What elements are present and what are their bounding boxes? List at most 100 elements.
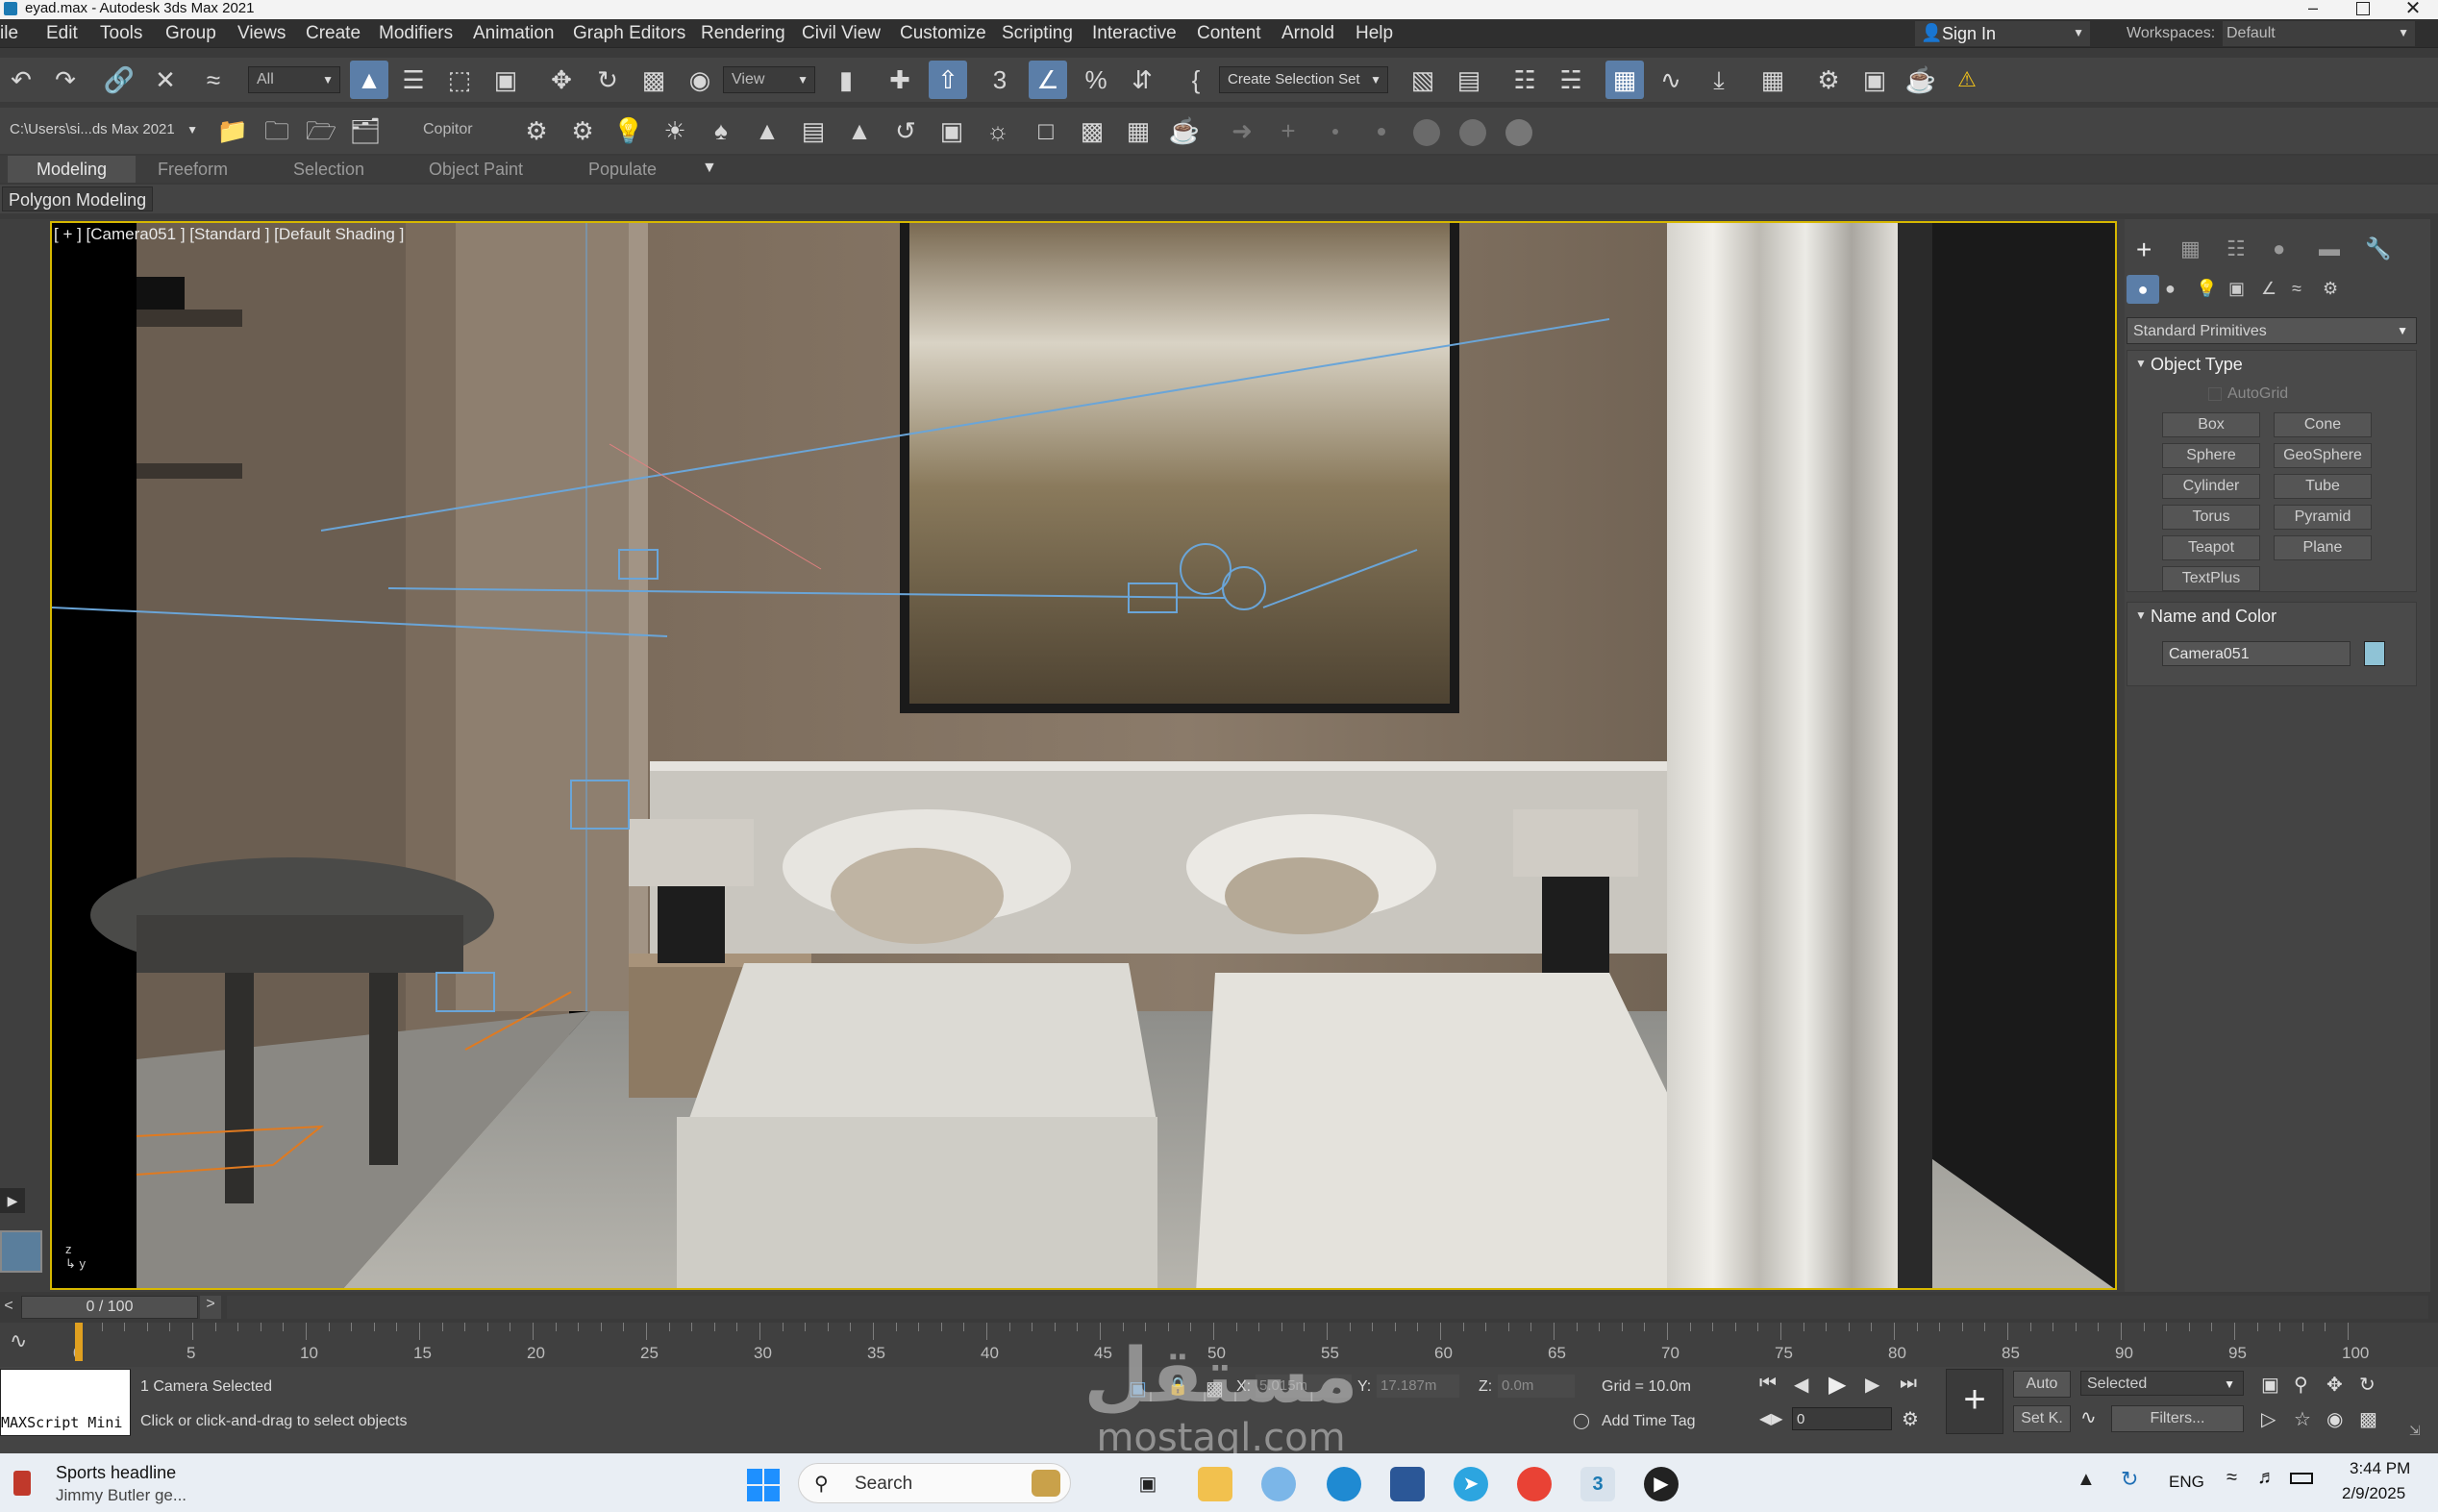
sun-icon[interactable]: ☀ — [656, 112, 694, 150]
menu-interactive[interactable]: Interactive — [1092, 19, 1177, 48]
current-frame-field[interactable]: 0 — [1792, 1407, 1892, 1430]
spacewarps-category-icon[interactable]: ≈ — [2292, 279, 2301, 299]
undo-icon[interactable]: ↶ — [2, 61, 40, 99]
named-selection-dropdown[interactable]: Create Selection Set ▼ — [1219, 66, 1388, 93]
keyboard-shortcut-icon[interactable]: ✚ — [881, 61, 919, 99]
workspace-dropdown[interactable]: Default ▼ — [2223, 21, 2415, 46]
key-filters-icon[interactable]: ∿ — [2080, 1405, 2097, 1429]
track-area[interactable] — [227, 1296, 2428, 1319]
tab-freeform[interactable]: Freeform — [158, 156, 228, 183]
previous-frame-icon[interactable]: ◀ — [1794, 1373, 1808, 1397]
window-maximize-icon[interactable] — [2338, 2, 2388, 17]
chrome-icon[interactable] — [1517, 1467, 1552, 1501]
viewport-label[interactable]: [ + ] [Camera051 ] [Standard ] [Default … — [54, 225, 404, 244]
hierarchy-tab-icon[interactable]: ☷ — [2227, 236, 2246, 261]
menu-rendering[interactable]: Rendering — [701, 19, 785, 48]
select-rotate-icon[interactable]: ↻ — [588, 61, 627, 99]
pivot-center-icon[interactable]: ▮ — [827, 61, 865, 99]
set-key-button[interactable]: Set K. — [2013, 1405, 2071, 1432]
zoom-icon[interactable]: ⚲ — [2294, 1373, 2308, 1397]
project-open-icon[interactable]: 🗂 — [346, 112, 385, 150]
task-view-icon[interactable]: ▣ — [1131, 1467, 1165, 1501]
toggle-ribbon-icon[interactable]: ▦ — [1605, 61, 1644, 99]
bulb-icon[interactable]: ☼ — [979, 112, 1017, 150]
menu-file[interactable]: ile — [0, 19, 18, 48]
bind-space-warp-icon[interactable]: ≈ — [194, 61, 233, 99]
window-close-icon[interactable]: ✕ — [2388, 0, 2438, 19]
auto-key-button[interactable]: Auto — [2013, 1371, 2071, 1398]
menu-views[interactable]: Views — [237, 19, 286, 48]
play-icon[interactable]: ▶ — [1828, 1371, 1846, 1399]
lights-category-icon[interactable]: 💡 — [2196, 279, 2217, 299]
warning-icon[interactable]: ⚠ — [1948, 61, 1986, 99]
unlink-icon[interactable]: ✕ — [146, 61, 185, 99]
scene-explorer-icon[interactable]: ☷ — [1505, 61, 1544, 99]
mirror-icon[interactable]: ▧ — [1404, 61, 1442, 99]
sphere-grey-icon[interactable] — [1413, 119, 1440, 146]
menu-help[interactable]: Help — [1356, 19, 1393, 48]
bottle-icon[interactable]: ▲ — [840, 112, 879, 150]
layer-explorer-icon[interactable]: ☵ — [1552, 61, 1590, 99]
copilot-icon[interactable] — [1261, 1467, 1296, 1501]
create-tab-icon[interactable]: + — [2136, 235, 2152, 265]
telegram-icon[interactable]: ➤ — [1454, 1467, 1488, 1501]
tab-populate[interactable]: Populate — [588, 156, 657, 183]
checkbox-autogrid[interactable] — [2208, 387, 2222, 401]
sphere-light-icon[interactable] — [1505, 119, 1532, 146]
project-new-icon[interactable]: 🗀 — [258, 112, 296, 150]
shapes-category-icon[interactable]: ● — [2165, 279, 2176, 299]
textplus-button[interactable]: TextPlus — [2162, 566, 2260, 591]
battery-icon[interactable] — [2290, 1473, 2313, 1484]
polygon-modeling-label[interactable]: Polygon Modeling — [2, 186, 154, 211]
geometry-category-icon[interactable]: ● — [2127, 275, 2159, 304]
edit-named-selection-icon[interactable]: { — [1177, 61, 1215, 99]
go-to-start-icon[interactable]: ⏮ — [1759, 1373, 1777, 1395]
project-path-dropdown[interactable]: C:\Users\si...ds Max 2021 ▼ — [2, 117, 204, 144]
next-frame-icon[interactable]: ▶ — [1865, 1373, 1879, 1397]
window-crossing-icon[interactable]: ▣ — [486, 61, 525, 99]
panel-scrollbar[interactable] — [2430, 219, 2438, 1292]
menu-edit[interactable]: Edit — [46, 19, 78, 48]
frame-render-icon[interactable]: ▩ — [1073, 112, 1111, 150]
systems-category-icon[interactable]: ⚙ — [2323, 279, 2338, 299]
language-indicator[interactable]: ENG — [2169, 1473, 2204, 1492]
frame-icon[interactable]: □ — [1027, 112, 1065, 150]
show-hidden-icons[interactable]: ▲ — [2077, 1469, 2096, 1491]
file-explorer-icon[interactable] — [1198, 1467, 1232, 1501]
tab-modeling[interactable]: Modeling — [8, 156, 137, 183]
sphere-grey-icon[interactable] — [1459, 119, 1486, 146]
array-icon[interactable]: ⚙ — [517, 112, 556, 150]
time-prev-button[interactable]: < — [0, 1298, 17, 1317]
display-tab-icon[interactable]: ▬ — [2319, 236, 2340, 261]
project-folder-icon[interactable]: 📁 — [213, 112, 252, 150]
menu-group[interactable]: Group — [165, 19, 216, 48]
key-mode-icon[interactable]: ◀▶ — [1759, 1409, 1783, 1428]
box-button[interactable]: Box — [2162, 412, 2260, 437]
torus-button[interactable]: Torus — [2162, 505, 2260, 530]
cylinder-button[interactable]: Cylinder — [2162, 474, 2260, 499]
sphere-button[interactable]: Sphere — [2162, 443, 2260, 468]
text-icon[interactable]: ▤ — [794, 112, 833, 150]
clock-date[interactable]: 2/9/2025 — [2342, 1484, 2405, 1503]
render-setup-icon[interactable]: ⚙ — [1809, 61, 1848, 99]
volume-icon[interactable]: ♬ — [2257, 1467, 2276, 1489]
link-icon[interactable]: 🔗 — [100, 61, 138, 99]
light-icon[interactable]: 💡 — [610, 112, 648, 150]
helpers-category-icon[interactable]: ∠ — [2261, 279, 2276, 299]
clone-icon[interactable]: ⚙ — [563, 112, 602, 150]
menu-content[interactable]: Content — [1197, 19, 1261, 48]
menu-modifiers[interactable]: Modifiers — [379, 19, 453, 48]
orbit-icon[interactable]: ↻ — [2359, 1373, 2376, 1397]
schematic-view-icon[interactable]: ⤓ — [1700, 61, 1738, 99]
grid-view-icon[interactable]: ▦ — [1119, 112, 1157, 150]
selection-filter-dropdown[interactable]: All ▼ — [248, 66, 340, 93]
tree-icon[interactable]: ♠ — [702, 112, 740, 150]
z-coordinate-field[interactable]: 0.0m — [1498, 1375, 1575, 1398]
dot-small-icon[interactable] — [1332, 129, 1338, 135]
angle-snap-icon[interactable]: ∠ — [1029, 61, 1067, 99]
primitive-type-dropdown[interactable]: Standard Primitives ▼ — [2127, 317, 2417, 344]
add-time-tag-label[interactable]: Add Time Tag — [1602, 1413, 1696, 1430]
go-to-end-icon[interactable]: ⏭ — [1900, 1373, 1917, 1395]
rendered-frame-window-icon[interactable]: ▣ — [1855, 61, 1894, 99]
zoom-extents-icon[interactable]: ▣ — [2261, 1373, 2279, 1397]
